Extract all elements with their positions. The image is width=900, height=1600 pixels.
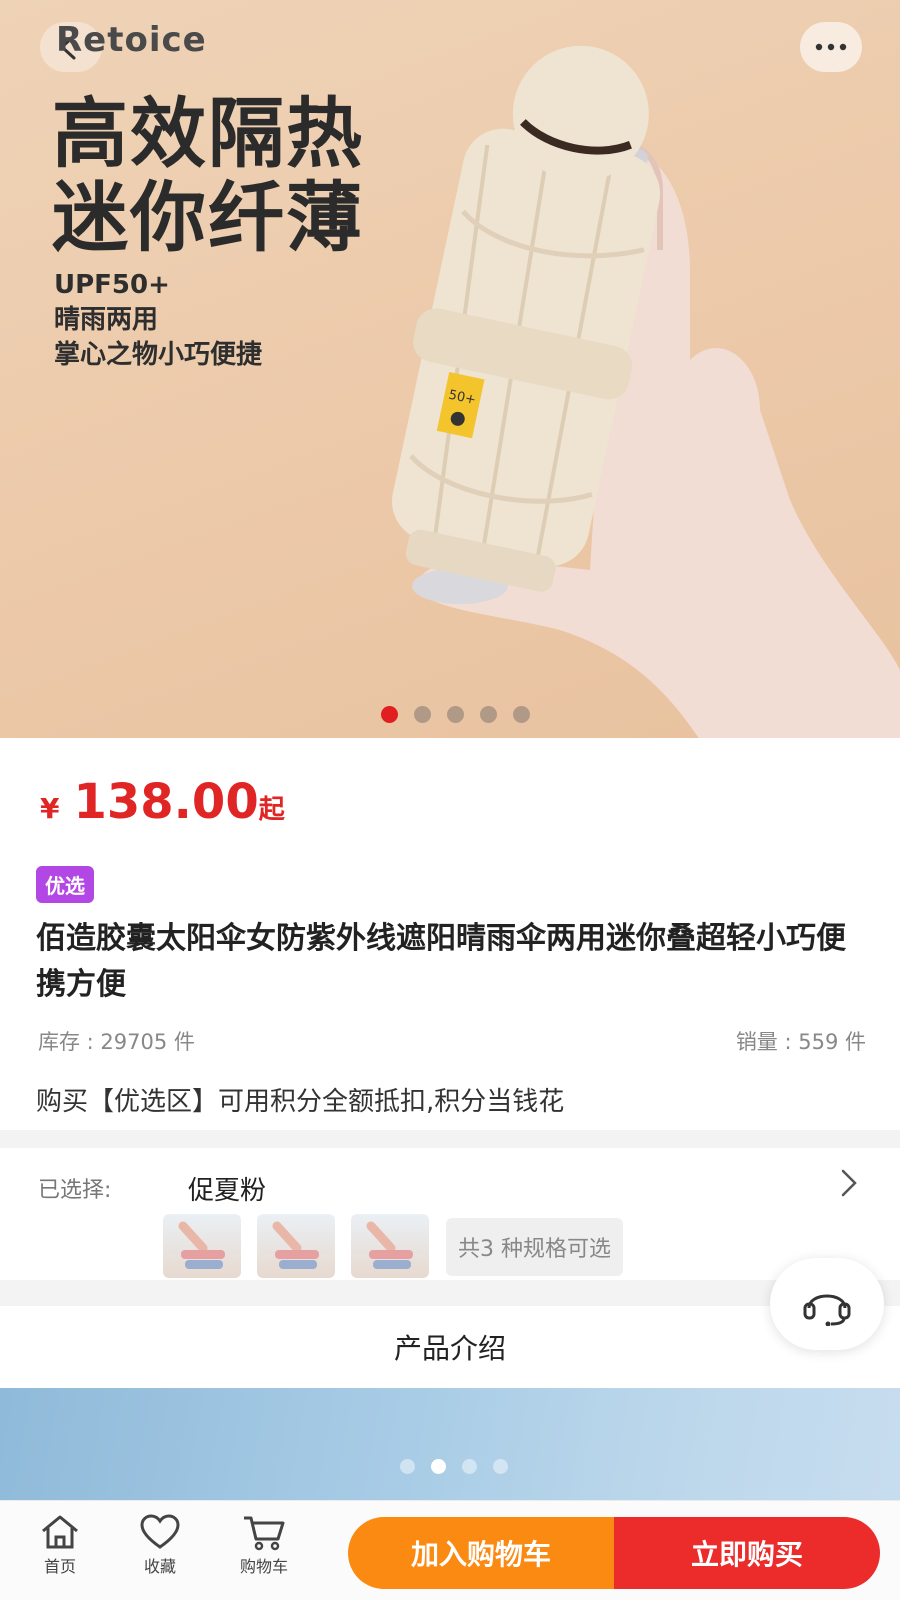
feature-compact: 掌心之物小巧便捷: [54, 340, 263, 370]
carousel-dot[interactable]: [462, 1459, 477, 1474]
section-divider: [0, 1280, 900, 1306]
product-intro-header: 产品介绍: [0, 1306, 900, 1388]
price-value: 138.00: [73, 774, 259, 830]
product-image-carousel[interactable]: 50+ Retoice 高效隔热 迷你纤薄 UPF50+ 晴雨两用 掌心之物小巧…: [0, 0, 900, 738]
hero-headline: 高效隔热 迷你纤薄: [52, 92, 364, 260]
price-suffix: 起: [258, 795, 285, 825]
product-intro-title: 产品介绍: [393, 1332, 506, 1365]
headset-icon: [803, 1294, 851, 1326]
hero-carousel-dots: [0, 706, 900, 723]
nav-home[interactable]: 首页: [20, 1513, 100, 1577]
carousel-dot[interactable]: [380, 706, 398, 723]
umbrella-hand-image: 50+: [392, 45, 900, 738]
chevron-right-icon[interactable]: [840, 1168, 858, 1198]
carousel-dot[interactable]: [446, 706, 464, 723]
more-button[interactable]: [800, 22, 862, 72]
spec-count[interactable]: 共3 种规格可选: [446, 1218, 623, 1276]
headline-line-2: 迷你纤薄: [52, 173, 364, 262]
selected-badge: 优选: [36, 866, 94, 903]
nav-home-label: 首页: [43, 1557, 76, 1576]
buy-now-button[interactable]: 立即购买: [614, 1517, 880, 1589]
promo-text: 购买【优选区】可用积分全额抵扣,积分当钱花: [36, 1087, 565, 1117]
section-divider: [0, 1130, 900, 1148]
product-title: 佰造胶囊太阳伞女防紫外线遮阳晴雨伞两用迷你叠超轻小巧便携方便: [36, 921, 846, 1002]
nav-favorite-label: 收藏: [143, 1557, 176, 1576]
spec-thumbnail[interactable]: [163, 1214, 241, 1278]
carousel-dot[interactable]: [413, 706, 431, 723]
price: ¥ 138.00 起: [40, 774, 285, 830]
carousel-dot[interactable]: [400, 1459, 415, 1474]
carousel-dot[interactable]: [479, 706, 497, 723]
nav-cart[interactable]: 购物车: [224, 1513, 304, 1577]
sales-count: 销量 : 559 件: [735, 1030, 866, 1054]
heart-icon: [140, 1514, 180, 1549]
cart-icon: [244, 1516, 285, 1551]
bottom-action-bar: 首页 收藏 购物车 加入购物车 立即购买: [0, 1500, 900, 1600]
carousel-dot[interactable]: [512, 706, 530, 723]
price-currency: ¥: [40, 792, 60, 825]
nav-favorite[interactable]: 收藏: [120, 1513, 200, 1577]
spec-thumbnail[interactable]: [257, 1214, 335, 1278]
nav-cart-label: 购物车: [239, 1557, 288, 1576]
spec-selector[interactable]: 已选择: 促夏粉 共3 种规格可选: [0, 1148, 900, 1280]
brand-logo: Retoice: [56, 20, 207, 60]
feature-dual-use: 晴雨两用: [54, 305, 159, 335]
stock-count: 库存 : 29705 件: [38, 1030, 195, 1054]
spec-thumbnail[interactable]: [351, 1214, 429, 1278]
add-to-cart-button[interactable]: 加入购物车: [348, 1517, 614, 1589]
intro-image-carousel[interactable]: [0, 1388, 900, 1500]
home-icon: [42, 1515, 78, 1549]
customer-service-button[interactable]: [770, 1258, 884, 1350]
product-info: ¥ 138.00 起 优选 佰造胶囊太阳伞女防紫外线遮阳晴雨伞两用迷你叠超轻小巧…: [0, 738, 900, 1130]
more-dots-icon: [815, 43, 847, 51]
feature-upf: UPF50+: [54, 270, 170, 300]
spec-label: 已选择:: [38, 1178, 112, 1203]
headline-line-1: 高效隔热: [52, 89, 364, 178]
carousel-dot[interactable]: [431, 1459, 446, 1474]
intro-carousel-dots: [0, 1459, 900, 1474]
spec-value: 促夏粉: [188, 1176, 267, 1206]
carousel-dot[interactable]: [493, 1459, 508, 1474]
hero-features: UPF50+ 晴雨两用 掌心之物小巧便捷: [54, 268, 262, 373]
